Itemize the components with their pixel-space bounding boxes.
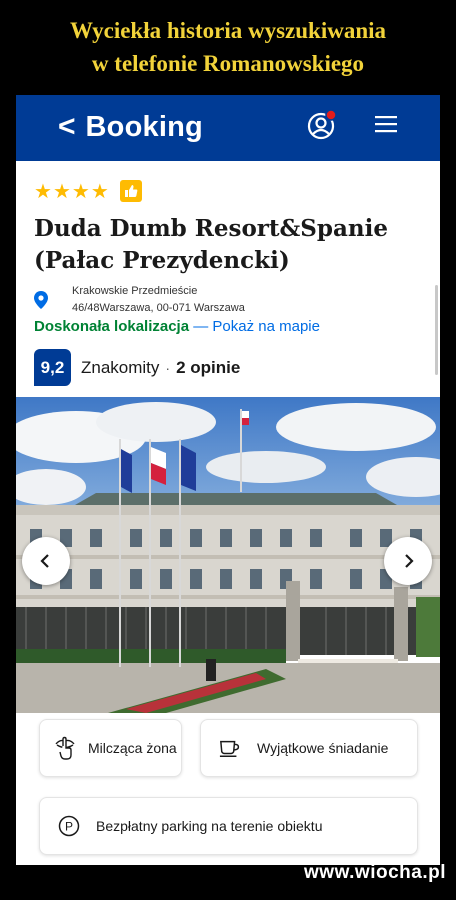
location-row: Doskonała lokalizacja — Pokaż na mapie [34,318,320,335]
review-count-link[interactable]: 2 opinie [176,358,240,378]
facility-breakfast: Wyjątkowe śniadanie [200,719,418,777]
chevron-left-icon: < [58,110,76,143]
hotel-address: Krakowskie Przedmieście 46/48Warszawa, 0… [72,283,245,317]
hamburger-menu-icon[interactable] [374,113,398,135]
address-line-2: 46/48Warszawa, 00-071 Warszawa [72,302,245,314]
meme-title-line-1: Wyciekła historia wyszukiwania [69,18,387,43]
hotel-name: Duda Dumb Resort&Spanie (Pałac Prezydenc… [34,213,424,277]
meme-title: Wyciekła historia wyszukiwania w telefon… [0,14,456,80]
facility-label: Milcząca żona [88,740,177,756]
star-rating: ★ ★ ★ ★ [34,179,142,203]
location-rating: Doskonała lokalizacja [34,318,190,335]
address-line-1: Krakowskie Przedmieście [72,285,198,297]
star-icon: ★ [90,180,109,203]
brand-title: Booking [85,110,203,143]
phone-screen: < Booking ★ ★ ★ ★ Duda Dumb Resort&Spani… [16,95,440,865]
thumbs-up-icon [119,180,142,202]
show-on-map-link[interactable]: Pokaż na mapie [212,318,320,335]
hotel-name-line-1: Duda Dumb Resort&Spanie [34,215,388,242]
facility-label: Wyjątkowe śniadanie [257,740,389,756]
star-icon: ★ [71,180,90,203]
separator-dot: · [165,359,171,376]
star-icon: ★ [52,180,71,203]
facility-label: Bezpłatny parking na terenie obiektu [96,818,323,834]
palace-photo [16,397,440,713]
review-score-label: Znakomity [81,357,160,377]
app-header: < Booking [16,95,440,161]
chevron-right-icon [405,554,414,568]
star-icon: ★ [34,180,52,203]
location-dash: — [193,318,209,335]
facility-silent-wife: Milcząca żona [39,719,182,777]
scrollbar[interactable] [435,285,438,375]
coffee-cup-icon [219,737,241,759]
chevron-left-icon [40,554,49,568]
review-score-row[interactable]: 9,2 Znakomity · 2 opinie [34,349,240,386]
hotel-name-line-2: (Pałac Prezydencki) [34,247,290,274]
parking-icon: P [58,815,80,837]
location-pin-icon [34,291,48,309]
back-button[interactable]: < Booking [58,107,203,147]
gallery-prev-button[interactable] [22,537,70,585]
photo-gallery[interactable] [16,397,440,713]
site-watermark: www.wiocha.pl [304,862,446,883]
facility-parking: P Bezpłatny parking na terenie obiektu [39,797,418,855]
meme-title-line-2: w telefonie Romanowskiego [91,51,365,76]
finger-on-lips-icon [54,736,76,760]
svg-text:P: P [65,820,73,834]
review-score-badge: 9,2 [34,349,71,386]
gallery-next-button[interactable] [384,537,432,585]
user-notification-icon[interactable] [306,109,338,141]
